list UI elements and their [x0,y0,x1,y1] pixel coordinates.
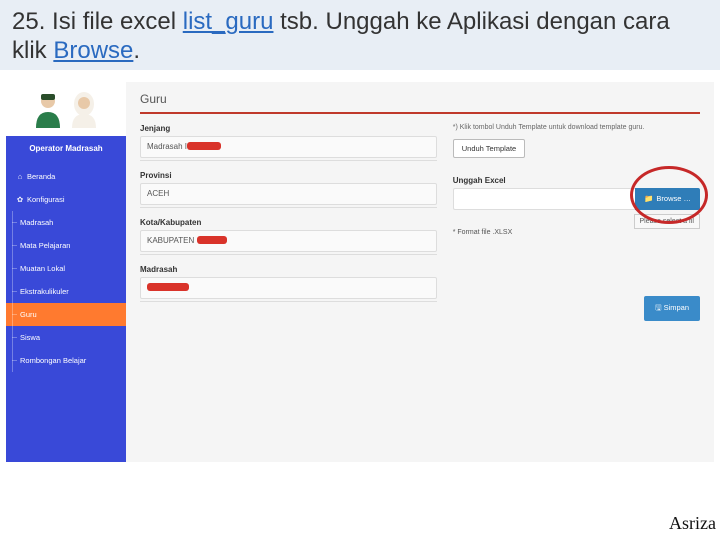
page-title: Guru [140,92,700,106]
kabupaten-field[interactable]: KABUPATEN [140,230,437,252]
sidebar-item-muatan-lokal[interactable]: Muatan Lokal [6,257,126,280]
format-note: * Format file .XLSX [453,229,700,236]
kabupaten-label: Kota/Kabupaten [140,218,437,227]
title-link-1: list_guru [183,8,274,35]
home-icon: ⌂ [16,172,24,181]
sidebar-item-mata-pelajaran[interactable]: Mata Pelajaran [6,234,126,257]
sidebar-item-label: Muatan Lokal [20,264,65,273]
browse-button[interactable]: 📁 Browse … [635,188,700,210]
template-note: *) Klik tombol Unduh Template untuk down… [453,124,700,131]
sidebar-item-madrasah[interactable]: Madrasah [6,211,126,234]
avatar-female-icon [68,90,100,128]
form-left: Jenjang Madrasah I Provinsi ACEH Kota/Ka… [140,124,437,321]
unggah-label: Unggah Excel [453,176,700,185]
sidebar-item-label: Guru [20,310,37,319]
sidebar: Operator Madrasah ⌂Beranda ✿Konfigurasi … [6,82,126,462]
browse-label: Browse … [656,194,691,203]
unduh-template-button[interactable]: Unduh Template [453,139,525,158]
field-value: KABUPATEN [147,236,197,245]
divider [140,207,437,208]
footer-author: Asriza [669,513,716,534]
provinsi-label: Provinsi [140,171,437,180]
sidebar-menu: ⌂Beranda ✿Konfigurasi Madrasah Mata Pela… [6,165,126,372]
sidebar-item-guru[interactable]: Guru [6,303,126,326]
redacted-mark [147,283,189,291]
avatar-box [6,82,126,136]
title-text: 25. Isi file excel [12,8,183,35]
title-text-3: . [133,37,140,64]
sidebar-item-ekstrakulikuler[interactable]: Ekstrakulikuler [6,280,126,303]
jenjang-field[interactable]: Madrasah I [140,136,437,158]
jenjang-label: Jenjang [140,124,437,133]
slide-title: 25. Isi file excel list_guru tsb. Unggah… [0,0,720,70]
divider [140,160,437,161]
app-screenshot: Operator Madrasah ⌂Beranda ✿Konfigurasi … [6,82,714,462]
gear-icon: ✿ [16,195,24,204]
sidebar-item-label: Siswa [20,333,40,342]
simpan-button[interactable]: 🖫 Simpan [644,296,700,321]
sidebar-item-label: Rombongan Belajar [20,356,86,365]
sidebar-item-rombongan-belajar[interactable]: Rombongan Belajar [6,349,126,372]
field-value: Madrasah I [147,142,187,151]
form-right: *) Klik tombol Unduh Template untuk down… [453,124,700,321]
field-value: ACEH [147,189,169,198]
sidebar-title: Operator Madrasah [6,136,126,165]
divider [140,301,437,302]
divider [140,254,437,255]
folder-icon: 📁 [644,194,653,203]
avatar-male-icon [32,90,64,128]
save-label: Simpan [664,303,689,312]
sidebar-item-label: Konfigurasi [27,195,65,204]
sidebar-item-siswa[interactable]: Siswa [6,326,126,349]
madrasah-field[interactable] [140,277,437,299]
redacted-mark [197,236,227,244]
madrasah-label: Madrasah [140,265,437,274]
redacted-mark [187,142,221,150]
divider [140,112,700,114]
provinsi-field[interactable]: ACEH [140,183,437,205]
sidebar-item-beranda[interactable]: ⌂Beranda [6,165,126,188]
title-link-2: Browse [53,37,133,64]
sidebar-item-konfigurasi[interactable]: ✿Konfigurasi [6,188,126,211]
sidebar-item-label: Beranda [27,172,55,181]
sidebar-item-label: Ekstrakulikuler [20,287,69,296]
save-icon: 🖫 [655,303,661,312]
upload-input[interactable] [453,188,635,210]
sidebar-item-label: Madrasah [20,218,53,227]
select-file-hint: Please select a fil [634,214,700,229]
main-panel: Guru Jenjang Madrasah I Provinsi ACEH Ko… [126,82,714,462]
sidebar-item-label: Mata Pelajaran [20,241,70,250]
